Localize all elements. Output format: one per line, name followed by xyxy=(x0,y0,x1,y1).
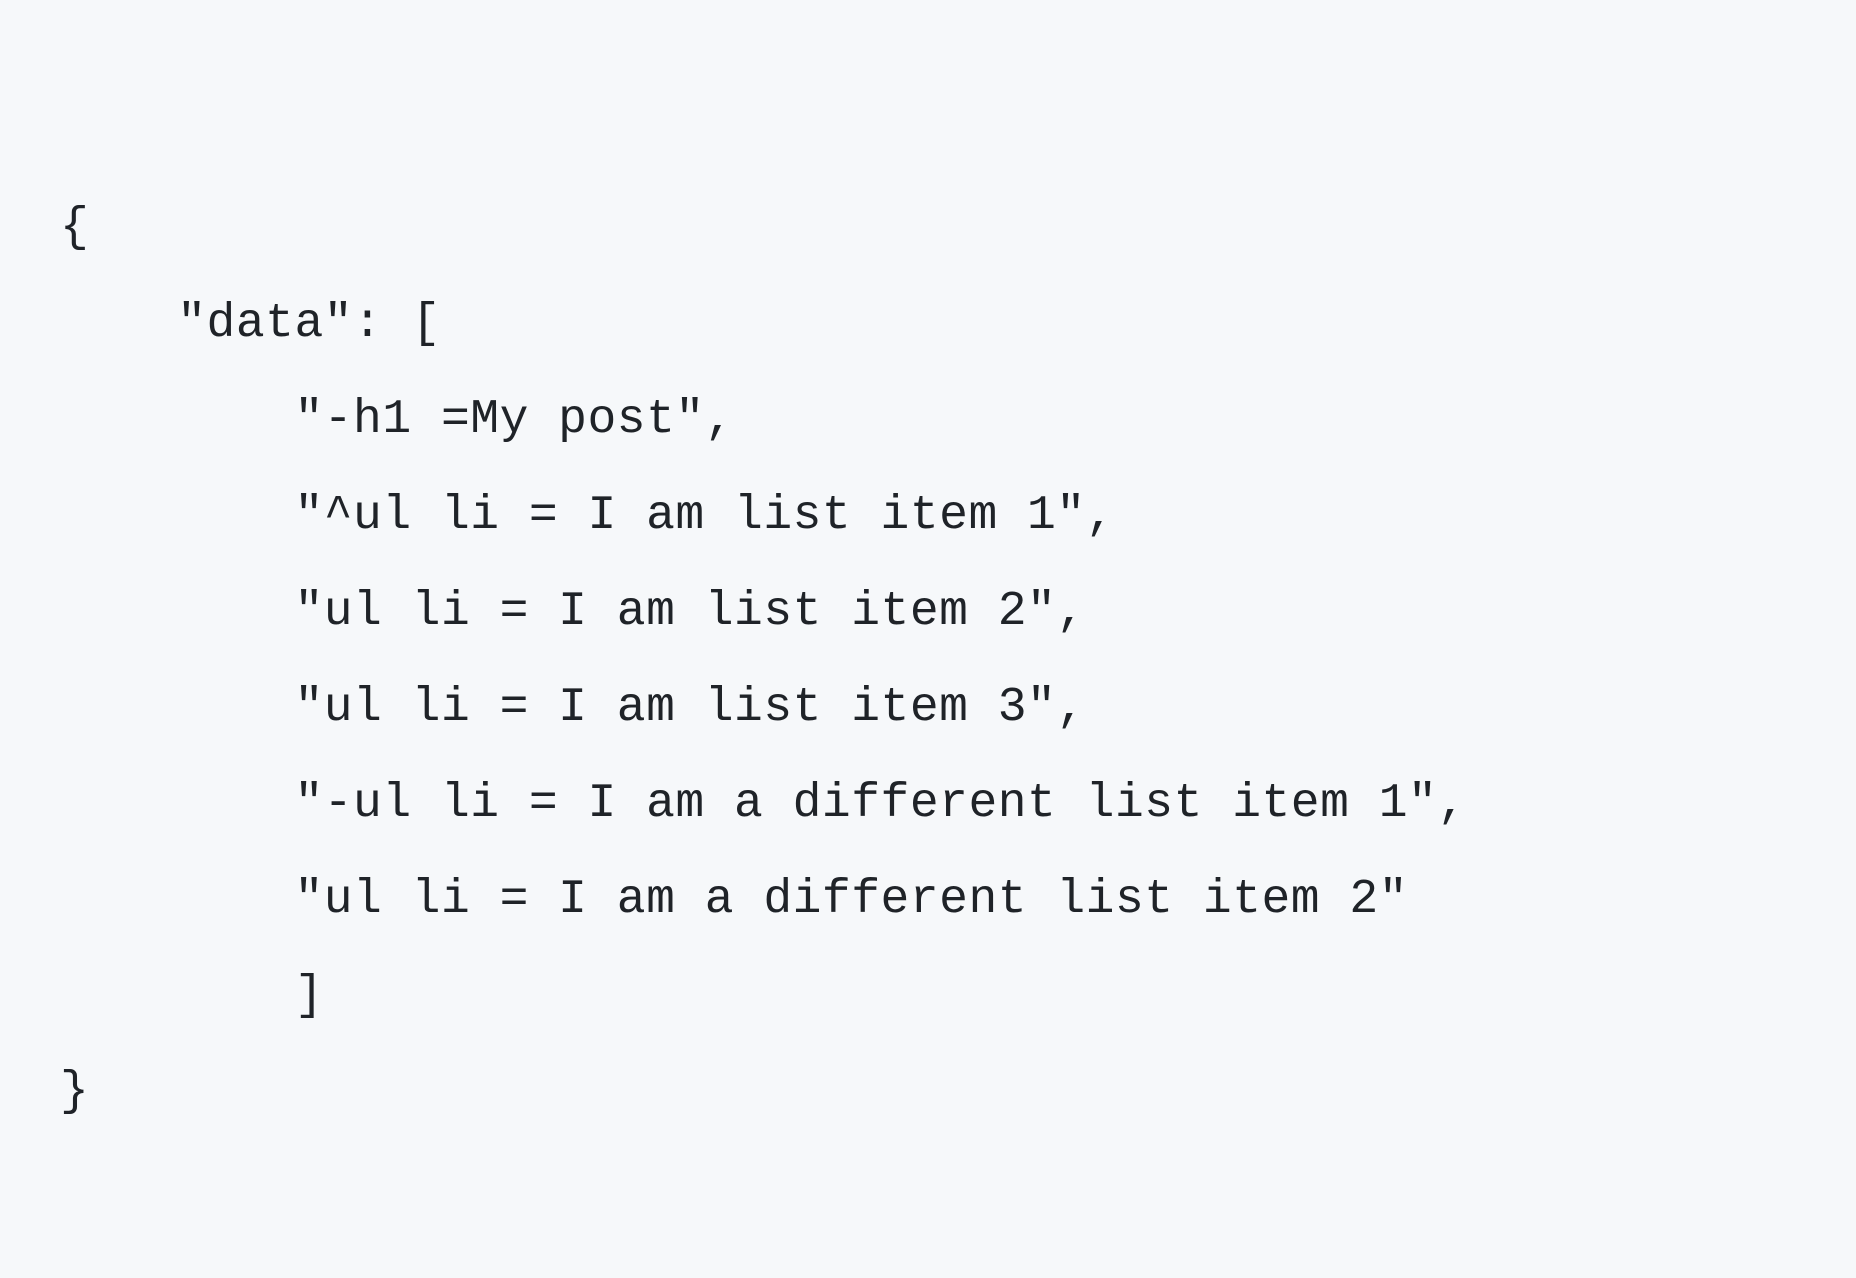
code-line: "ul li = I am list item 3", xyxy=(60,660,1856,756)
code-line: { xyxy=(60,180,1856,276)
code-line: ] xyxy=(60,948,1856,1044)
json-code-block: { "data": [ "-h1 =My post", "^ul li = I … xyxy=(0,0,1856,1140)
code-line: "data": [ xyxy=(60,276,1856,372)
code-line: "-h1 =My post", xyxy=(60,372,1856,468)
code-line: "^ul li = I am list item 1", xyxy=(60,468,1856,564)
code-line: "-ul li = I am a different list item 1", xyxy=(60,756,1856,852)
code-line: "ul li = I am list item 2", xyxy=(60,564,1856,660)
code-line: } xyxy=(60,1044,1856,1140)
code-line: "ul li = I am a different list item 2" xyxy=(60,852,1856,948)
